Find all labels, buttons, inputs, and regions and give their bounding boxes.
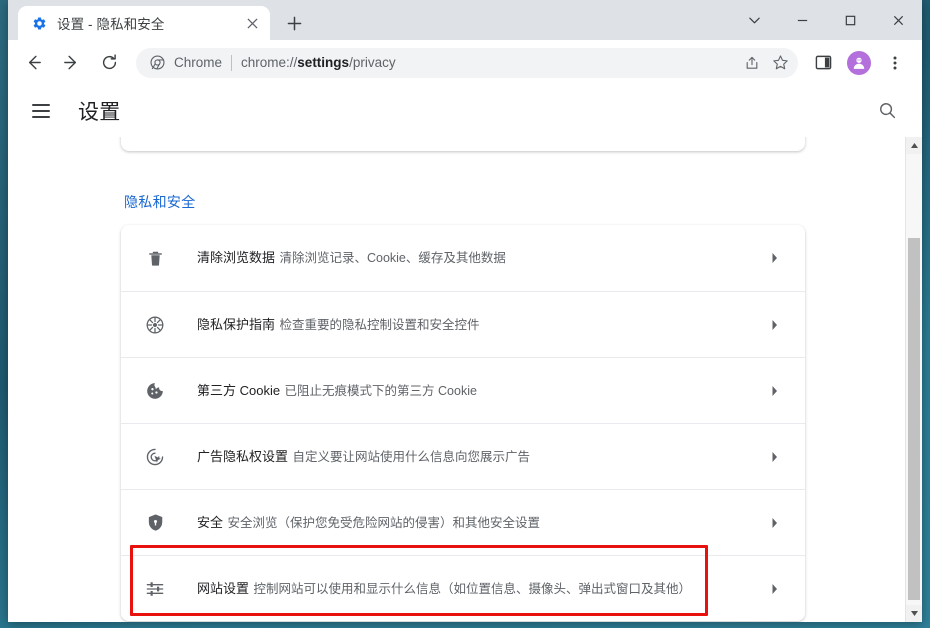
address-bar[interactable]: Chrome chrome://settings/privacy (136, 47, 798, 78)
scrollbar-thumb[interactable] (908, 238, 920, 600)
row-text: 安全 安全浏览（保护您免受危险网站的侵害）和其他安全设置 (197, 513, 757, 533)
settings-row-site-settings[interactable]: 网站设置 控制网站可以使用和显示什么信息（如位置信息、摄像头、弹出式窗口及其他） (121, 555, 805, 621)
row-title: 隐私保护指南 (197, 316, 276, 332)
omnibox-url: chrome://settings/privacy (241, 55, 738, 70)
row-title: 网站设置 (197, 580, 250, 596)
chrome-logo-icon (149, 55, 165, 71)
page-title: 设置 (78, 100, 121, 124)
row-subtitle: 检查重要的隐私控制设置和安全控件 (279, 317, 480, 332)
row-text: 清除浏览数据 清除浏览记录、Cookie、缓存及其他数据 (197, 248, 757, 268)
settings-content: 隐私和安全 清除浏览数据 清除浏览记录、Cookie、缓存及其他数据 隐私保护指… (8, 137, 922, 622)
row-text: 广告隐私权设置 自定义要让网站使用什么信息向您展示广告 (197, 447, 757, 467)
forward-button[interactable] (54, 46, 88, 80)
omnibox-chip-label: Chrome (174, 55, 223, 70)
tab-title: 设置 - 隐私和安全 (57, 17, 165, 32)
side-panel-button[interactable] (806, 46, 840, 80)
close-button[interactable] (874, 0, 922, 40)
cookie-icon (143, 379, 167, 403)
row-text: 网站设置 控制网站可以使用和显示什么信息（如位置信息、摄像头、弹出式窗口及其他） (197, 579, 757, 599)
chevron-right-icon (765, 447, 785, 467)
chevron-right-icon (765, 513, 785, 533)
url-prefix: chrome:// (241, 55, 298, 70)
profile-avatar[interactable] (847, 50, 871, 75)
settings-row-security[interactable]: 安全 安全浏览（保护您免受危险网站的侵害）和其他安全设置 (121, 489, 805, 555)
row-text: 第三方 Cookie 已阻止无痕模式下的第三方 Cookie (197, 381, 757, 401)
privacy-guide-icon (143, 313, 167, 337)
vertical-scrollbar[interactable] (905, 137, 922, 622)
row-subtitle: 自定义要让网站使用什么信息向您展示广告 (292, 449, 530, 464)
ad-privacy-icon (143, 445, 167, 469)
bookmark-star-icon[interactable] (766, 49, 794, 77)
settings-row-privacy-guide[interactable]: 隐私保护指南 检查重要的隐私控制设置和安全控件 (121, 291, 805, 357)
reload-button[interactable] (92, 46, 126, 80)
tab-search-button[interactable] (730, 0, 778, 40)
share-icon[interactable] (738, 49, 766, 77)
browser-tab-settings[interactable]: 设置 - 隐私和安全 (18, 6, 270, 40)
settings-row-third-party-cookies[interactable]: 第三方 Cookie 已阻止无痕模式下的第三方 Cookie (121, 357, 805, 423)
row-text: 隐私保护指南 检查重要的隐私控制设置和安全控件 (197, 315, 757, 335)
chevron-right-icon (765, 315, 785, 335)
scroll-up-icon[interactable] (906, 137, 922, 154)
chevron-right-icon (765, 579, 785, 599)
settings-row-clear-browsing-data[interactable]: 清除浏览数据 清除浏览记录、Cookie、缓存及其他数据 (121, 225, 805, 291)
chevron-right-icon (765, 381, 785, 401)
omnibox-actions (738, 49, 794, 77)
search-icon[interactable] (870, 94, 904, 128)
section-heading-privacy: 隐私和安全 (124, 194, 196, 210)
url-path: /privacy (349, 55, 396, 70)
scroll-viewport: 隐私和安全 清除浏览数据 清除浏览记录、Cookie、缓存及其他数据 隐私保护指… (8, 137, 905, 622)
row-subtitle: 清除浏览记录、Cookie、缓存及其他数据 (279, 251, 506, 265)
row-subtitle: 控制网站可以使用和显示什么信息（如位置信息、摄像头、弹出式窗口及其他） (253, 581, 691, 596)
settings-gear-icon (31, 15, 47, 31)
row-subtitle: 安全浏览（保护您免受危险网站的侵害）和其他安全设置 (227, 515, 540, 530)
tab-close-icon[interactable] (242, 13, 262, 33)
scroll-down-icon[interactable] (906, 605, 922, 622)
maximize-button[interactable] (826, 0, 874, 40)
hamburger-menu-icon[interactable] (32, 99, 56, 123)
privacy-settings-card: 清除浏览数据 清除浏览记录、Cookie、缓存及其他数据 隐私保护指南 检查重要… (121, 225, 805, 621)
tune-sliders-icon (143, 577, 167, 601)
row-title: 安全 (197, 514, 224, 530)
row-title: 第三方 Cookie (197, 382, 281, 398)
minimize-button[interactable] (778, 0, 826, 40)
url-host: settings (297, 55, 350, 70)
settings-row-ad-privacy[interactable]: 广告隐私权设置 自定义要让网站使用什么信息向您展示广告 (121, 423, 805, 489)
back-button[interactable] (16, 46, 50, 80)
row-title: 广告隐私权设置 (197, 448, 289, 464)
window-controls (730, 0, 922, 40)
trash-icon (143, 246, 167, 270)
row-subtitle: 已阻止无痕模式下的第三方 Cookie (284, 383, 477, 398)
more-menu-button[interactable] (878, 46, 912, 80)
previous-section-card (121, 137, 805, 151)
new-tab-button[interactable] (280, 9, 308, 37)
settings-header: 设置 (8, 85, 922, 137)
tab-strip: 设置 - 隐私和安全 (8, 0, 922, 40)
browser-window: 设置 - 隐私和安全 Chrome chrome://settings/priv… (8, 0, 922, 622)
row-title: 清除浏览数据 (197, 250, 276, 265)
browser-toolbar: Chrome chrome://settings/privacy (8, 40, 922, 85)
omnibox-separator (231, 54, 233, 71)
chevron-right-icon (765, 248, 785, 268)
shield-icon (143, 511, 167, 535)
